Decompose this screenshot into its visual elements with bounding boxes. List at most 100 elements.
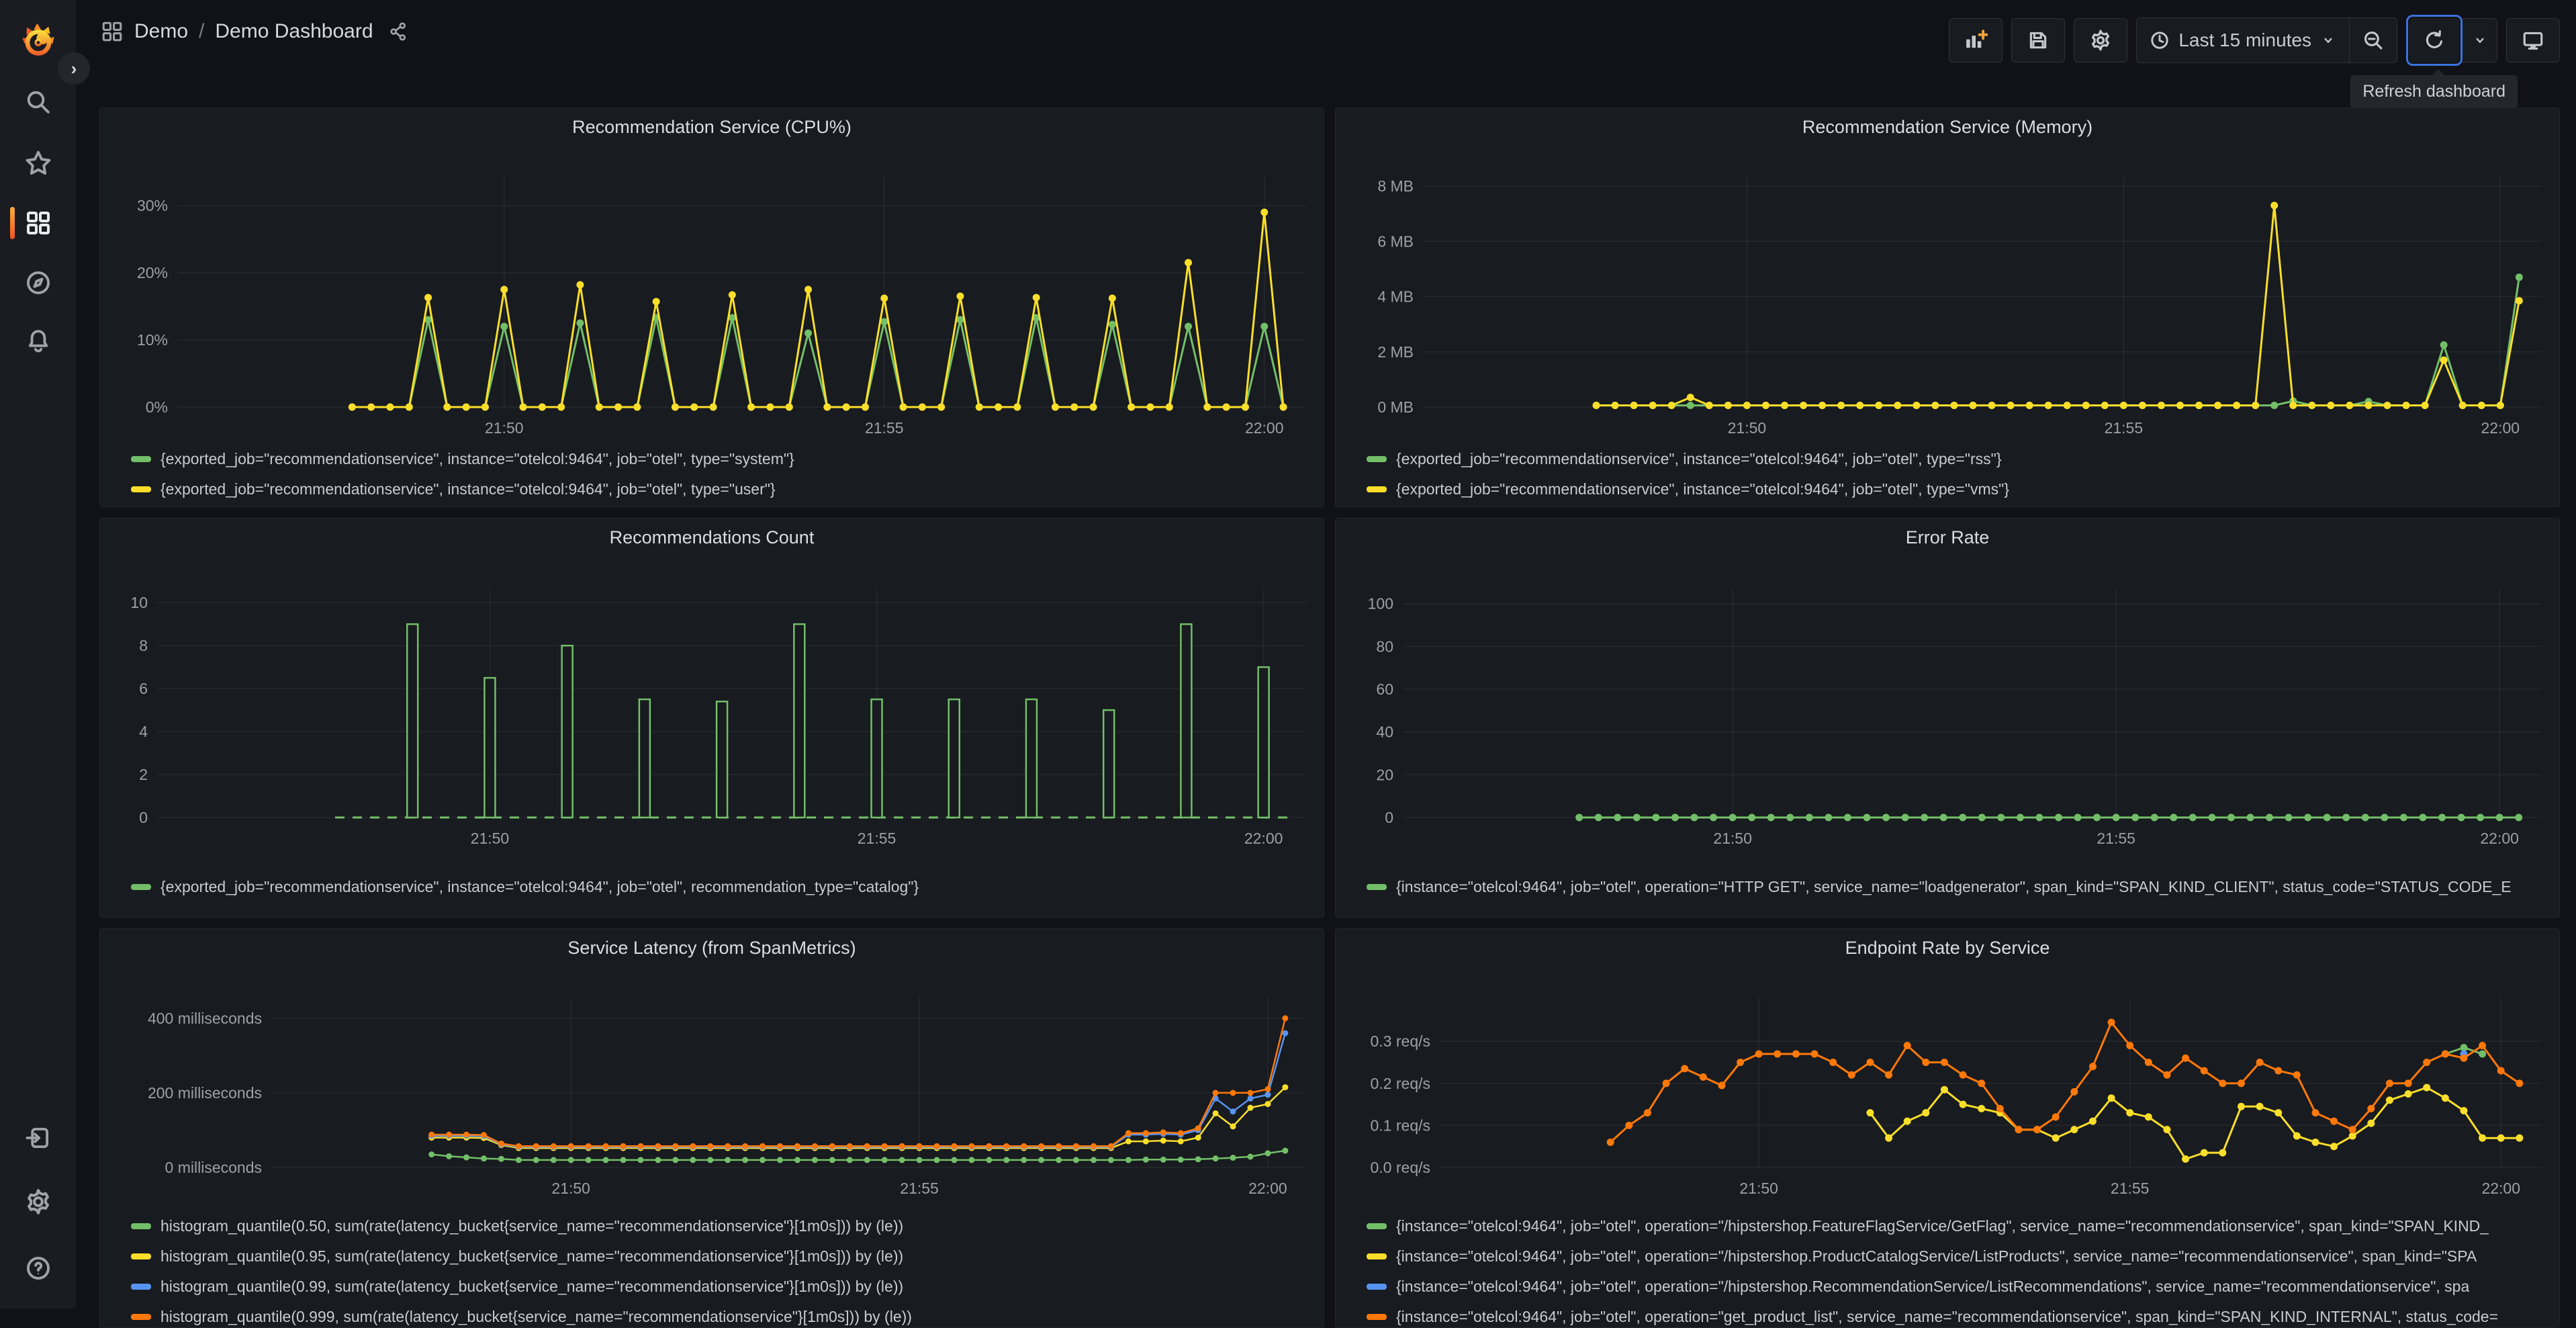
sidebar-item-configuration[interactable] (0, 1172, 76, 1231)
legend-item[interactable]: histogram_quantile(0.95, sum(rate(latenc… (131, 1241, 1324, 1272)
legend-item[interactable]: {exported_job="recommendationservice", i… (1367, 444, 2559, 474)
panel-title[interactable]: Recommendation Service (CPU%) (100, 108, 1324, 143)
legend: {exported_job="recommendationservice", i… (1336, 444, 2559, 504)
tv-mode-button[interactable] (2506, 18, 2560, 62)
time-range-label: Last 15 minutes (2178, 30, 2311, 50)
svg-text:21:55: 21:55 (865, 419, 904, 437)
svg-text:20%: 20% (137, 264, 168, 281)
svg-text:22:00: 22:00 (1244, 830, 1283, 847)
sidebar-item-starred[interactable] (0, 134, 76, 193)
panel-title[interactable]: Service Latency (from SpanMetrics) (100, 929, 1324, 964)
legend-label: {exported_job="recommendationservice", i… (1396, 450, 2002, 468)
legend-label: {instance="otelcol:9464", job="otel", op… (1396, 1278, 2470, 1295)
topbar: Demo / Demo Dashboard Last 15 minutes (76, 0, 2576, 81)
svg-text:22:00: 22:00 (2481, 1180, 2520, 1197)
legend-item[interactable]: {instance="otelcol:9464", job="otel", op… (1367, 1272, 2559, 1302)
legend-item[interactable]: {instance="otelcol:9464", job="otel", op… (1367, 1302, 2559, 1327)
svg-text:22:00: 22:00 (2480, 830, 2519, 847)
svg-text:21:55: 21:55 (2105, 419, 2144, 437)
legend-swatch (1367, 1223, 1387, 1229)
chart-endpoint-rate[interactable]: 0.0 req/s 0.1 req/s 0.2 req/s 0.3 req/s 21:5… (1336, 964, 2560, 1211)
legend-swatch (131, 1284, 151, 1290)
legend-swatch (1367, 1284, 1387, 1290)
legend-item[interactable]: {instance="otelcol:9464", job="otel", op… (1367, 1241, 2559, 1272)
legend-item[interactable]: {exported_job="recommendationservice", i… (131, 872, 1324, 902)
sidebar-item-sign-in[interactable] (0, 1108, 76, 1167)
breadcrumb: Demo / Demo Dashboard (101, 20, 408, 43)
refresh-interval-dropdown[interactable] (2463, 18, 2497, 62)
legend-item[interactable]: {exported_job="recommendationservice", i… (1367, 474, 2559, 504)
dashboard-settings-button[interactable] (2074, 18, 2128, 62)
sidebar-item-help[interactable] (0, 1239, 76, 1298)
legend-item[interactable]: histogram_quantile(0.999, sum(rate(laten… (131, 1302, 1324, 1327)
panel-latency: Service Latency (from SpanMetrics) 0 mill… (99, 928, 1324, 1328)
svg-text:0 milliseconds: 0 milliseconds (165, 1159, 262, 1176)
legend-label: histogram_quantile(0.999, sum(rate(laten… (160, 1308, 912, 1325)
legend-swatch (131, 1223, 151, 1229)
legend-label: histogram_quantile(0.95, sum(rate(latenc… (160, 1247, 904, 1265)
chart-memory[interactable]: 0 MB 2 MB 4 MB 6 MB 8 MB 21:50 21:55 22:00 (1336, 143, 2560, 444)
add-panel-icon (1966, 30, 1988, 48)
sidebar-item-alerting[interactable] (0, 312, 76, 371)
svg-text:21:50: 21:50 (1713, 830, 1752, 847)
time-picker-button[interactable]: Last 15 minutes (2137, 18, 2349, 62)
sign-in-icon (25, 1127, 48, 1149)
legend-item[interactable]: {exported_job="recommendationservice", i… (131, 444, 1324, 474)
svg-text:0.0 req/s: 0.0 req/s (1371, 1159, 1431, 1176)
legend: {instance="otelcol:9464", job="otel", op… (1336, 854, 2559, 902)
breadcrumb-folder[interactable]: Demo (134, 20, 188, 43)
svg-text:30%: 30% (137, 197, 168, 214)
add-panel-button[interactable] (1949, 18, 2003, 62)
legend-item[interactable]: histogram_quantile(0.50, sum(rate(latenc… (131, 1211, 1324, 1241)
legend-swatch (1367, 456, 1387, 462)
star-icon (26, 150, 50, 175)
chart-count[interactable]: 0 2 4 6 8 10 21:50 21:55 22:00 (100, 554, 1324, 854)
svg-text:21:55: 21:55 (900, 1180, 939, 1197)
svg-text:8 MB: 8 MB (1377, 177, 1414, 195)
legend-swatch (1367, 884, 1387, 890)
help-icon (26, 1257, 50, 1280)
svg-text:4: 4 (139, 723, 148, 740)
chart-cpu[interactable]: 0% 10% 20% 30% 21:50 21:55 22:00 (100, 143, 1324, 444)
time-picker-group: Last 15 minutes (2136, 17, 2397, 63)
svg-text:0.3 req/s: 0.3 req/s (1371, 1032, 1431, 1050)
svg-text:8: 8 (139, 637, 148, 654)
sidebar-item-dashboards[interactable] (0, 193, 76, 253)
svg-text:6 MB: 6 MB (1377, 232, 1414, 250)
legend-label: histogram_quantile(0.50, sum(rate(latenc… (160, 1217, 904, 1235)
svg-text:0%: 0% (146, 398, 168, 416)
panel-title[interactable]: Endpoint Rate by Service (1336, 929, 2559, 964)
legend-swatch (131, 884, 151, 890)
sidebar-item-explore[interactable] (0, 253, 76, 312)
panel-title[interactable]: Error Rate (1336, 519, 2559, 554)
grafana-logo-icon (21, 23, 54, 56)
svg-text:0: 0 (139, 809, 148, 826)
panel-endpoint-rate: Endpoint Rate by Service 0.0 req/s 0.1 req… (1335, 928, 2560, 1328)
chevron-down-icon (2475, 38, 2484, 43)
panel-cpu: Recommendation Service (CPU%) 0% 10% 20% 30%… (99, 107, 1324, 507)
svg-text:2 MB: 2 MB (1377, 343, 1414, 361)
legend-item[interactable]: histogram_quantile(0.99, sum(rate(latenc… (131, 1272, 1324, 1302)
tv-icon (2523, 32, 2543, 50)
toolbar: Last 15 minutes (1949, 15, 2560, 66)
zoom-out-button[interactable] (2350, 18, 2397, 62)
legend-item[interactable]: {instance="otelcol:9464", job="otel", op… (1367, 872, 2559, 902)
legend-item[interactable]: {exported_job="recommendationservice", i… (131, 474, 1324, 504)
sidebar-expand-button[interactable]: › (58, 52, 90, 85)
save-dashboard-button[interactable] (2011, 18, 2066, 62)
refresh-icon (2426, 30, 2443, 48)
panel-memory: Recommendation Service (Memory) 0 MB 2 MB 4… (1335, 107, 2560, 507)
panel-title[interactable]: Recommendation Service (Memory) (1336, 108, 2559, 143)
share-icon[interactable] (388, 21, 408, 42)
chart-latency[interactable]: 0 milliseconds 200 milliseconds 400 millis… (100, 964, 1324, 1211)
legend-label: {exported_job="recommendationservice", i… (160, 480, 776, 498)
svg-text:21:50: 21:50 (1728, 419, 1767, 437)
bell-icon (28, 330, 48, 353)
panel-title[interactable]: Recommendations Count (100, 519, 1324, 554)
legend-swatch (1367, 1253, 1387, 1259)
legend-item[interactable]: {instance="otelcol:9464", job="otel", op… (1367, 1211, 2559, 1241)
chart-error-rate[interactable]: 0 20 40 60 80 100 21:50 21:55 22:00 (1336, 554, 2560, 854)
legend-swatch (131, 486, 151, 492)
refresh-dashboard-button[interactable] (2409, 18, 2459, 62)
gear-icon (2092, 30, 2110, 51)
